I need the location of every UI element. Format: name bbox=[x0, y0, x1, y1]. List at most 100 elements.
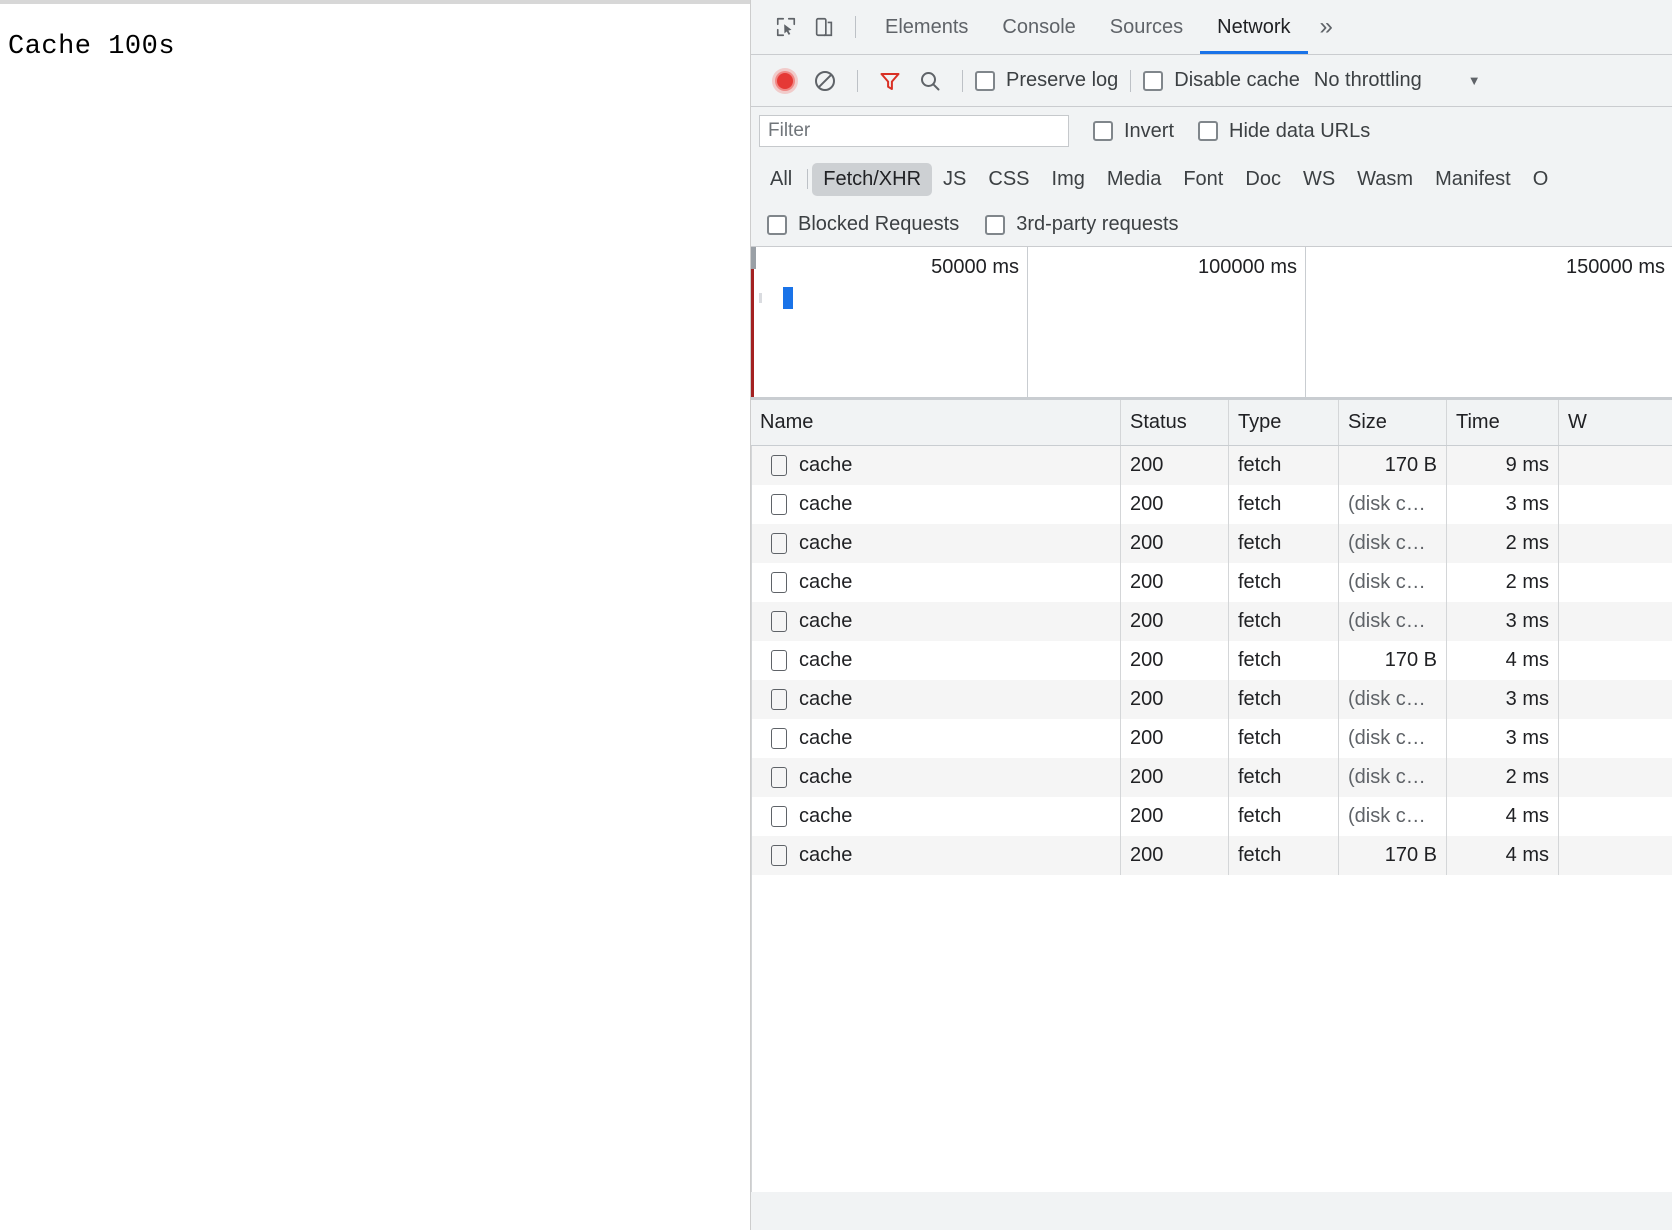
requests-table-header: Name Status Type Size Time W bbox=[751, 400, 1672, 446]
cell-status: 200 bbox=[1121, 485, 1229, 524]
table-row[interactable]: cache 200 fetch (disk c… 3 ms bbox=[751, 680, 1672, 719]
overview-tick-100000: 100000 ms bbox=[1198, 256, 1297, 278]
hide-data-urls-checkbox[interactable]: Hide data URLs bbox=[1198, 120, 1370, 143]
cell-time: 9 ms bbox=[1447, 446, 1559, 485]
search-icon[interactable] bbox=[910, 61, 950, 101]
inspect-element-icon[interactable] bbox=[767, 8, 805, 46]
blocked-requests-checkbox[interactable]: Blocked Requests bbox=[767, 213, 959, 236]
table-row[interactable]: cache 200 fetch (disk c… 3 ms bbox=[751, 485, 1672, 524]
cell-size: (disk c… bbox=[1339, 680, 1447, 719]
document-icon bbox=[771, 728, 787, 749]
table-row[interactable]: cache 200 fetch (disk c… 2 ms bbox=[751, 563, 1672, 602]
cell-name[interactable]: cache bbox=[751, 836, 1121, 875]
tab-sources[interactable]: Sources bbox=[1093, 0, 1200, 54]
clear-icon[interactable] bbox=[805, 61, 845, 101]
cell-name[interactable]: cache bbox=[751, 524, 1121, 563]
cell-type: fetch bbox=[1229, 446, 1339, 485]
cell-name[interactable]: cache bbox=[751, 758, 1121, 797]
type-filter-fetch-xhr[interactable]: Fetch/XHR bbox=[812, 162, 933, 196]
cell-time: 4 ms bbox=[1447, 836, 1559, 875]
search-input[interactable] bbox=[759, 115, 1069, 147]
type-filter-ws[interactable]: WS bbox=[1292, 163, 1346, 196]
throttling-select[interactable]: No throttling bbox=[1314, 69, 1422, 92]
column-header-name[interactable]: Name bbox=[751, 400, 1121, 445]
cell-size: (disk c… bbox=[1339, 719, 1447, 758]
cell-name[interactable]: cache bbox=[751, 641, 1121, 680]
cell-waterfall bbox=[1559, 719, 1672, 758]
overview-band-2: 100000 ms bbox=[1028, 247, 1306, 397]
cell-time: 3 ms bbox=[1447, 719, 1559, 758]
document-icon bbox=[771, 494, 787, 515]
table-row[interactable]: cache 200 fetch 170 B4 ms bbox=[751, 836, 1672, 875]
third-party-requests-label: 3rd-party requests bbox=[1016, 213, 1179, 235]
device-toolbar-icon[interactable] bbox=[805, 8, 843, 46]
requests-table-body: cache 200 fetch 170 B9 ms cache 200 fetch (disk… bbox=[751, 446, 1672, 875]
filter-icon[interactable] bbox=[870, 61, 910, 101]
cell-name[interactable]: cache bbox=[751, 797, 1121, 836]
cell-type: fetch bbox=[1229, 563, 1339, 602]
tab-network[interactable]: Network bbox=[1200, 0, 1308, 54]
cell-type: fetch bbox=[1229, 719, 1339, 758]
chevron-down-icon[interactable]: ▼ bbox=[1468, 73, 1481, 88]
tab-elements[interactable]: Elements bbox=[868, 0, 985, 54]
cell-status: 200 bbox=[1121, 602, 1229, 641]
cell-type: fetch bbox=[1229, 524, 1339, 563]
cell-waterfall bbox=[1559, 680, 1672, 719]
cell-time: 4 ms bbox=[1447, 797, 1559, 836]
overview-tick-50000: 50000 ms bbox=[931, 256, 1019, 278]
devtools-tabstrip: Elements Console Sources Network » bbox=[751, 0, 1672, 55]
type-filter-css[interactable]: CSS bbox=[977, 163, 1040, 196]
invert-checkbox[interactable]: Invert bbox=[1093, 120, 1174, 143]
cell-size: 170 B bbox=[1339, 836, 1447, 875]
request-name-label: cache bbox=[799, 493, 853, 515]
request-options-row: Blocked Requests 3rd-party requests bbox=[751, 203, 1672, 247]
preserve-log-checkbox[interactable]: Preserve log bbox=[975, 69, 1118, 92]
cell-name[interactable]: cache bbox=[751, 563, 1121, 602]
cell-name[interactable]: cache bbox=[751, 485, 1121, 524]
column-header-status[interactable]: Status bbox=[1121, 400, 1229, 445]
type-filter-media[interactable]: Media bbox=[1096, 163, 1172, 196]
column-header-waterfall[interactable]: W bbox=[1559, 400, 1672, 445]
type-filter-font[interactable]: Font bbox=[1172, 163, 1234, 196]
type-filter-wasm[interactable]: Wasm bbox=[1346, 163, 1424, 196]
cell-waterfall bbox=[1559, 602, 1672, 641]
network-overview-timeline[interactable]: 50000 ms 100000 ms 150000 ms bbox=[751, 247, 1672, 400]
type-filter-img[interactable]: Img bbox=[1041, 163, 1096, 196]
request-name-label: cache bbox=[799, 649, 853, 671]
overview-band-3: 150000 ms bbox=[1306, 247, 1672, 397]
tab-console[interactable]: Console bbox=[985, 0, 1092, 54]
cell-status: 200 bbox=[1121, 446, 1229, 485]
network-action-toolbar: Preserve log Disable cache No throttling… bbox=[751, 55, 1672, 107]
cell-name[interactable]: cache bbox=[751, 680, 1121, 719]
table-row[interactable]: cache 200 fetch (disk c… 2 ms bbox=[751, 524, 1672, 563]
cell-size: (disk c… bbox=[1339, 758, 1447, 797]
column-header-type[interactable]: Type bbox=[1229, 400, 1339, 445]
cell-time: 2 ms bbox=[1447, 563, 1559, 602]
table-row[interactable]: cache 200 fetch 170 B9 ms bbox=[751, 446, 1672, 485]
table-row[interactable]: cache 200 fetch (disk c… 3 ms bbox=[751, 719, 1672, 758]
cell-name[interactable]: cache bbox=[751, 602, 1121, 641]
type-filter-all[interactable]: All bbox=[759, 163, 803, 196]
type-filter-manifest[interactable]: Manifest bbox=[1424, 163, 1522, 196]
table-row[interactable]: cache 200 fetch 170 B4 ms bbox=[751, 641, 1672, 680]
table-row[interactable]: cache 200 fetch (disk c… 4 ms bbox=[751, 797, 1672, 836]
type-filter-doc[interactable]: Doc bbox=[1234, 163, 1292, 196]
more-tabs-chevron-icon[interactable]: » bbox=[1308, 15, 1345, 39]
screenshot-root: Cache 100s Elements Console Sources Netw bbox=[0, 0, 1672, 1230]
table-row[interactable]: cache 200 fetch (disk c… 3 ms bbox=[751, 602, 1672, 641]
document-icon bbox=[771, 572, 787, 593]
cell-name[interactable]: cache bbox=[751, 719, 1121, 758]
type-filter-other[interactable]: O bbox=[1522, 163, 1560, 196]
disable-cache-checkbox[interactable]: Disable cache bbox=[1143, 69, 1300, 92]
page-title: Cache 100s bbox=[8, 32, 176, 62]
column-header-size[interactable]: Size bbox=[1339, 400, 1447, 445]
overview-gray-marker bbox=[759, 293, 762, 303]
cell-name[interactable]: cache bbox=[751, 446, 1121, 485]
record-button-icon[interactable] bbox=[765, 61, 805, 101]
third-party-requests-checkbox[interactable]: 3rd-party requests bbox=[985, 213, 1179, 236]
document-icon bbox=[771, 611, 787, 632]
cell-waterfall bbox=[1559, 797, 1672, 836]
table-row[interactable]: cache 200 fetch (disk c… 2 ms bbox=[751, 758, 1672, 797]
type-filter-js[interactable]: JS bbox=[932, 163, 977, 196]
column-header-time[interactable]: Time bbox=[1447, 400, 1559, 445]
